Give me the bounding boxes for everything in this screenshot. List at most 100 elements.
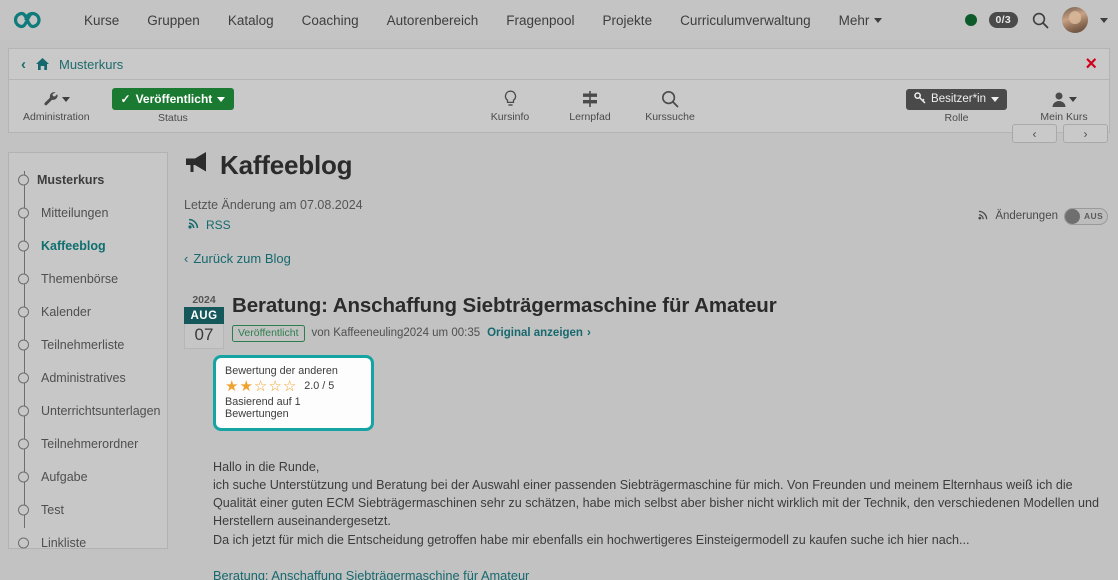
nav-item-gruppen[interactable]: Gruppen (133, 7, 214, 34)
role-button[interactable]: Besitzer*in (906, 89, 1007, 110)
original-link-label: Original anzeigen (487, 327, 583, 339)
pager-prev-button[interactable]: ‹ (1012, 124, 1057, 143)
lightbulb-icon (503, 90, 518, 109)
person-icon (1051, 90, 1077, 109)
lernpfad-label: Lernpfad (569, 111, 610, 123)
administration-button[interactable]: Administration (23, 90, 90, 123)
changes-label: Änderungen (995, 210, 1058, 222)
nav-item-fragenpool[interactable]: Fragenpool (492, 7, 588, 34)
kurssuche-label: Kurssuche (645, 111, 695, 123)
status-badge: Veröffentlicht (232, 325, 305, 342)
sidebar-item-teilnehmerliste[interactable]: Teilnehmerliste (9, 328, 167, 361)
chevron-right-icon: › (587, 327, 591, 339)
course-header: ‹ Musterkurs × Administration (8, 48, 1110, 133)
main-content: Kaffeeblog Letzte Änderung am 07.08.2024… (184, 150, 1108, 580)
status-button[interactable]: ✓ Veröffentlicht (112, 88, 235, 110)
infinity-logo[interactable] (14, 9, 52, 31)
rss-label: RSS (206, 218, 231, 232)
lernpfad-button[interactable]: Lernpfad (559, 90, 621, 123)
sidebar-item-themenboerse[interactable]: Themenbörse (9, 262, 167, 295)
back-chevron-icon[interactable]: ‹ (21, 57, 26, 72)
nav-item-projekte[interactable]: Projekte (589, 7, 667, 34)
mein-kurs-button[interactable]: Mein Kurs (1033, 90, 1095, 123)
role-group: Besitzer*in Rolle (906, 89, 1007, 124)
role-caption: Rolle (945, 112, 969, 124)
megaphone-icon (184, 150, 210, 181)
course-tools-center: Kursinfo Lernpfad (479, 90, 701, 123)
notification-count-badge[interactable]: 0/3 (989, 12, 1019, 29)
sidebar-item-linkliste[interactable]: Linkliste (9, 526, 167, 559)
bullet-icon (18, 306, 29, 317)
bullet-icon (18, 339, 29, 350)
sidebar-item-mitteilungen[interactable]: Mitteilungen (9, 196, 167, 229)
post-more-link[interactable]: Beratung: Anschaffung Siebträgermaschine… (213, 568, 1108, 580)
bullet-icon (18, 438, 29, 449)
sidebar-item-label: Unterrichtsunterlagen (9, 404, 161, 418)
course-tools-right: Besitzer*in Rolle Mein Kurs (906, 89, 1095, 124)
chevron-down-icon[interactable] (1100, 18, 1108, 23)
post-submeta: Veröffentlicht von Kaffeeneuling2024 um … (232, 325, 1108, 342)
app-root: Kurse Gruppen Katalog Coaching Autorenbe… (0, 0, 1118, 580)
sidebar-item-administratives[interactable]: Administratives (9, 361, 167, 394)
kursinfo-label: Kursinfo (491, 111, 530, 123)
kurssuche-button[interactable]: Kurssuche (639, 90, 701, 123)
sidebar-item-test[interactable]: Test (9, 493, 167, 526)
original-link[interactable]: Original anzeigen › (487, 327, 591, 339)
rss-icon (978, 207, 989, 225)
sidebar-item-kaffeeblog[interactable]: Kaffeeblog (9, 229, 167, 262)
post-date-month: AUG (184, 307, 224, 324)
page-title: Kaffeeblog (184, 150, 1108, 181)
search-icon (661, 90, 679, 109)
home-icon[interactable] (35, 57, 50, 71)
post-date-year: 2024 (184, 294, 224, 307)
avatar[interactable] (1062, 7, 1088, 33)
online-status-dot (965, 14, 977, 26)
bullet-icon (18, 405, 29, 416)
rss-link[interactable]: RSS (184, 216, 1108, 234)
changes-toggle-switch[interactable]: AUS (1064, 208, 1108, 225)
sidebar-item-kalender[interactable]: Kalender (9, 295, 167, 328)
pager-next-button[interactable]: › (1063, 124, 1108, 143)
post-date-day: 07 (184, 324, 224, 349)
star-icon-filled: ★ (225, 379, 238, 394)
nav-item-mehr[interactable]: Mehr (825, 7, 897, 34)
chevron-down-icon (62, 97, 70, 102)
sidebar-item-teilnehmerordner[interactable]: Teilnehmerordner (9, 427, 167, 460)
post-byline: von Kaffeeneuling2024 um 00:35 (312, 327, 481, 339)
star-icon-empty: ☆ (268, 379, 281, 394)
star-icon-empty: ☆ (254, 379, 267, 394)
star-icon-empty: ☆ (283, 379, 296, 394)
chevron-left-icon: ‹ (184, 251, 188, 266)
sidebar-item-aufgabe[interactable]: Aufgabe (9, 460, 167, 493)
nav-item-curriculumverwaltung[interactable]: Curriculumverwaltung (666, 7, 825, 34)
top-nav-links: Kurse Gruppen Katalog Coaching Autorenbe… (70, 7, 896, 34)
status-group: ✓ Veröffentlicht Status (112, 88, 235, 124)
breadcrumb-course-title[interactable]: Musterkurs (59, 57, 123, 72)
mein-kurs-label: Mein Kurs (1040, 111, 1087, 123)
close-icon[interactable]: × (1085, 54, 1097, 74)
chevron-down-icon (991, 97, 999, 102)
sidebar-item-musterkurs[interactable]: Musterkurs (9, 163, 167, 196)
administration-label: Administration (23, 111, 90, 123)
star-icon-filled: ★ (239, 379, 252, 394)
back-to-blog-link[interactable]: ‹ Zurück zum Blog (184, 251, 1108, 266)
post-title[interactable]: Beratung: Anschaffung Siebträgermaschine… (232, 294, 1108, 318)
nav-item-coaching[interactable]: Coaching (288, 7, 373, 34)
pager: ‹ › (1012, 124, 1108, 143)
key-icon (914, 92, 926, 107)
search-icon[interactable] (1030, 10, 1050, 30)
check-icon: ✓ (121, 92, 131, 106)
nav-item-katalog[interactable]: Katalog (214, 7, 288, 34)
star-rating[interactable]: ★ ★ ☆ ☆ ☆ (225, 379, 296, 394)
page-title-text: Kaffeeblog (220, 150, 352, 181)
back-to-blog-label: Zurück zum Blog (193, 251, 291, 266)
top-nav-right-group: 0/3 (965, 0, 1109, 40)
toggle-state-label: AUS (1084, 211, 1103, 221)
post-body: Beratung: Anschaffung Siebträgermaschine… (232, 294, 1108, 342)
nav-item-kurse[interactable]: Kurse (70, 7, 133, 34)
bullet-icon (18, 174, 29, 185)
sidebar-item-unterrichtsunterlagen[interactable]: Unterrichtsunterlagen (9, 394, 167, 427)
kursinfo-button[interactable]: Kursinfo (479, 90, 541, 123)
nav-item-autorenbereich[interactable]: Autorenbereich (373, 7, 493, 34)
role-button-label: Besitzer*in (931, 93, 986, 105)
